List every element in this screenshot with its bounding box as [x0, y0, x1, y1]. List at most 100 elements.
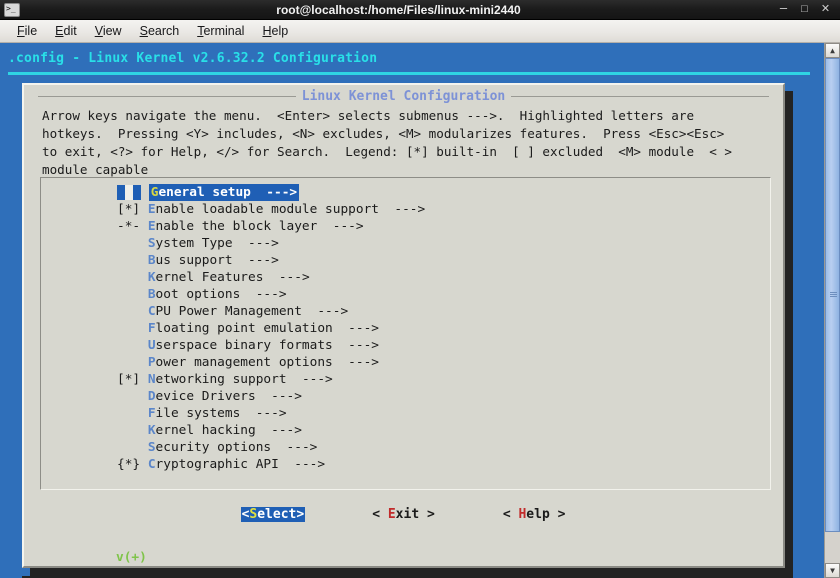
menubar-item-edit[interactable]: Edit	[46, 23, 86, 39]
submenu-arrow-icon: --->	[240, 406, 287, 421]
dialog-button-exit[interactable]: < Exit >	[371, 507, 436, 522]
menubar-item-mnemonic: F	[17, 24, 25, 38]
selection-cursor	[117, 185, 141, 200]
maximize-icon: □	[801, 3, 808, 15]
minimize-button[interactable]: –	[777, 1, 790, 16]
dialog-button-help[interactable]: < Help >	[502, 507, 567, 522]
close-button[interactable]: ✕	[819, 3, 832, 16]
menubar-item-search[interactable]: Search	[131, 23, 189, 39]
menu-item-label: ile systems	[155, 406, 241, 421]
menu-list[interactable]: General setup ---> [*] Enable loadable mo…	[40, 177, 771, 490]
menu-item-label: oot options	[155, 287, 241, 302]
submenu-arrow-icon: --->	[301, 304, 349, 319]
submenu-arrow-icon: --->	[263, 270, 310, 285]
menu-item-flag	[117, 440, 148, 455]
dialog-title-bar: Linux Kernel Configuration	[24, 89, 783, 104]
menu-item[interactable]: Boot options --->	[41, 286, 770, 303]
menu-item-flag	[117, 270, 148, 285]
menu-item-flag	[117, 389, 148, 404]
menu-item-hotkey: N	[147, 372, 156, 387]
menu-item-flag: -*-	[117, 219, 148, 234]
terminal-window: root@localhost:/home/Files/linux-mini244…	[0, 0, 840, 578]
menu-item[interactable]: {*} Cryptographic API --->	[41, 456, 770, 473]
menu-item-label: ernel hacking	[155, 423, 256, 438]
button-prefix: <	[372, 507, 388, 522]
maximize-button[interactable]: □	[798, 3, 811, 16]
scroll-indicator: v(+)	[116, 550, 147, 565]
menu-item[interactable]: Kernel Features --->	[41, 269, 770, 286]
menu-item[interactable]: Userspace binary formats --->	[41, 337, 770, 354]
menu-item-label: nable the block layer	[155, 219, 318, 234]
menu-item[interactable]: Security options --->	[41, 439, 770, 456]
menu-item[interactable]: -*- Enable the block layer --->	[41, 218, 770, 235]
dialog-button-select[interactable]: <Select>	[240, 507, 306, 522]
menu-item-flag: [*]	[117, 202, 148, 217]
menu-item[interactable]: Floating point emulation --->	[41, 320, 770, 337]
menubar-item-help[interactable]: Help	[253, 23, 297, 39]
menu-item-label: eneral setup	[158, 185, 251, 200]
menu-item-flag	[117, 287, 148, 302]
menubar-item-mnemonic: E	[55, 24, 64, 38]
button-label: elp >	[526, 507, 566, 522]
submenu-arrow-icon: --->	[332, 321, 379, 336]
menu-item-hotkey: U	[147, 338, 156, 353]
menu-item-flag: [*]	[117, 372, 148, 387]
menu-item-hotkey: F	[147, 321, 156, 336]
menu-item[interactable]: File systems --->	[41, 405, 770, 422]
menu-item-hotkey: B	[147, 253, 156, 268]
menu-item[interactable]: CPU Power Management --->	[41, 303, 770, 320]
menubar-item-mnemonic: H	[262, 24, 272, 38]
menu-item-label: ecurity options	[155, 440, 272, 455]
menubar-item-mnemonic: S	[139, 24, 148, 38]
button-label: xit >	[395, 507, 435, 522]
menu-item-hotkey: K	[147, 270, 156, 285]
menubar: File Edit View Search Terminal Help	[0, 20, 840, 43]
close-icon: ✕	[820, 3, 831, 15]
scrollbar-thumb[interactable]	[825, 58, 840, 532]
header-divider	[8, 72, 810, 75]
menu-item-flag	[117, 304, 148, 319]
menu-item[interactable]: System Type --->	[41, 235, 770, 252]
menubar-item-label: dit	[63, 24, 77, 38]
menubar-item-view[interactable]: View	[86, 23, 131, 39]
terminal-scrollbar[interactable]: ▲ ▼	[824, 43, 840, 578]
menubar-item-mnemonic: V	[94, 24, 103, 38]
menu-item[interactable]: Kernel hacking --->	[41, 422, 770, 439]
menubar-item-label: iew	[102, 24, 122, 38]
submenu-arrow-icon: --->	[255, 423, 302, 438]
menu-item-flag	[117, 355, 148, 370]
menu-item-label: evice Drivers	[155, 389, 256, 404]
menubar-item-label: erminal	[203, 24, 245, 38]
menu-item[interactable]: General setup --->	[41, 184, 770, 201]
menu-item-label: us support	[155, 253, 233, 268]
submenu-arrow-icon: --->	[271, 440, 318, 455]
submenu-arrow-icon: --->	[255, 389, 302, 404]
config-header-line: .config - Linux Kernel v2.6.32.2 Configu…	[8, 51, 378, 66]
menu-item-hotkey: C	[147, 457, 156, 472]
menu-item-flag	[117, 321, 148, 336]
menu-item-label: ernel Features	[155, 270, 264, 285]
menubar-item-file[interactable]: File	[8, 23, 46, 39]
menu-item-hotkey: K	[147, 423, 156, 438]
menu-item-label: serspace binary formats	[155, 338, 333, 353]
scroll-up-icon[interactable]: ▲	[825, 43, 840, 58]
menubar-item-terminal[interactable]: Terminal	[188, 23, 253, 39]
dialog-title: Linux Kernel Configuration	[301, 89, 506, 104]
window-title: root@localhost:/home/Files/linux-mini244…	[276, 2, 521, 17]
dialog-buttons: <Select> < Exit > < Help >	[24, 507, 783, 522]
menu-item[interactable]: Power management options --->	[41, 354, 770, 371]
menu-item[interactable]: Bus support --->	[41, 252, 770, 269]
menu-item-hotkey: D	[147, 389, 156, 404]
scroll-down-icon[interactable]: ▼	[825, 563, 840, 578]
submenu-arrow-icon: --->	[232, 253, 279, 268]
menu-item[interactable]: Device Drivers --->	[41, 388, 770, 405]
menu-item-label: ryptographic API	[155, 457, 279, 472]
menu-item-label: etworking support	[155, 372, 287, 387]
dialog-help-text: Arrow keys navigate the menu. <Enter> se…	[42, 108, 732, 177]
submenu-arrow-icon: --->	[250, 185, 298, 200]
menu-item-flag	[117, 406, 148, 421]
menu-item[interactable]: [*] Enable loadable module support --->	[41, 201, 770, 218]
menu-item-flag	[117, 236, 148, 251]
menu-item-label: loating point emulation	[155, 321, 333, 336]
menu-item[interactable]: [*] Networking support --->	[41, 371, 770, 388]
